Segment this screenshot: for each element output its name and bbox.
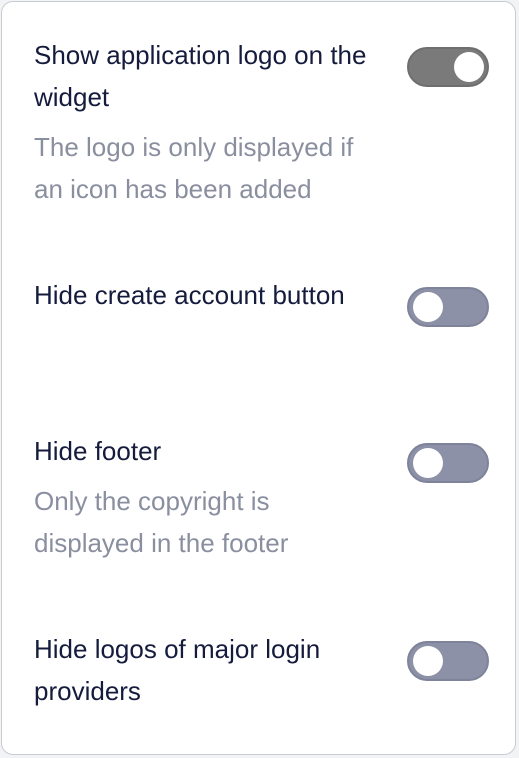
setting-text: Hide logos of major login providers (34, 628, 379, 712)
setting-description: The logo is only displayed if an icon ha… (34, 132, 354, 204)
setting-show-application-logo: Show application logo on the widget The … (34, 34, 489, 210)
toggle-knob (413, 646, 443, 676)
settings-card: Show application logo on the widget The … (1, 1, 516, 755)
setting-text: Hide create account button (34, 274, 379, 316)
hide-login-provider-logos-toggle[interactable] (407, 641, 489, 681)
setting-text: Hide footer Only the copyright is displa… (34, 430, 379, 564)
setting-hide-login-provider-logos: Hide logos of major login providers (34, 628, 489, 712)
setting-label: Hide create account button (34, 280, 345, 310)
setting-hide-create-account-button: Hide create account button (34, 274, 489, 327)
toggle-knob (413, 448, 443, 478)
setting-description: Only the copyright is displayed in the f… (34, 486, 289, 558)
setting-label: Show application logo on the widget (34, 40, 367, 112)
setting-text: Show application logo on the widget The … (34, 34, 379, 210)
show-application-logo-toggle[interactable] (407, 47, 489, 87)
toggle-knob (413, 292, 443, 322)
hide-create-account-button-toggle[interactable] (407, 287, 489, 327)
setting-label: Hide logos of major login providers (34, 634, 321, 706)
setting-label: Hide footer (34, 436, 162, 466)
toggle-knob (454, 52, 484, 82)
setting-hide-footer: Hide footer Only the copyright is displa… (34, 430, 489, 564)
hide-footer-toggle[interactable] (407, 443, 489, 483)
